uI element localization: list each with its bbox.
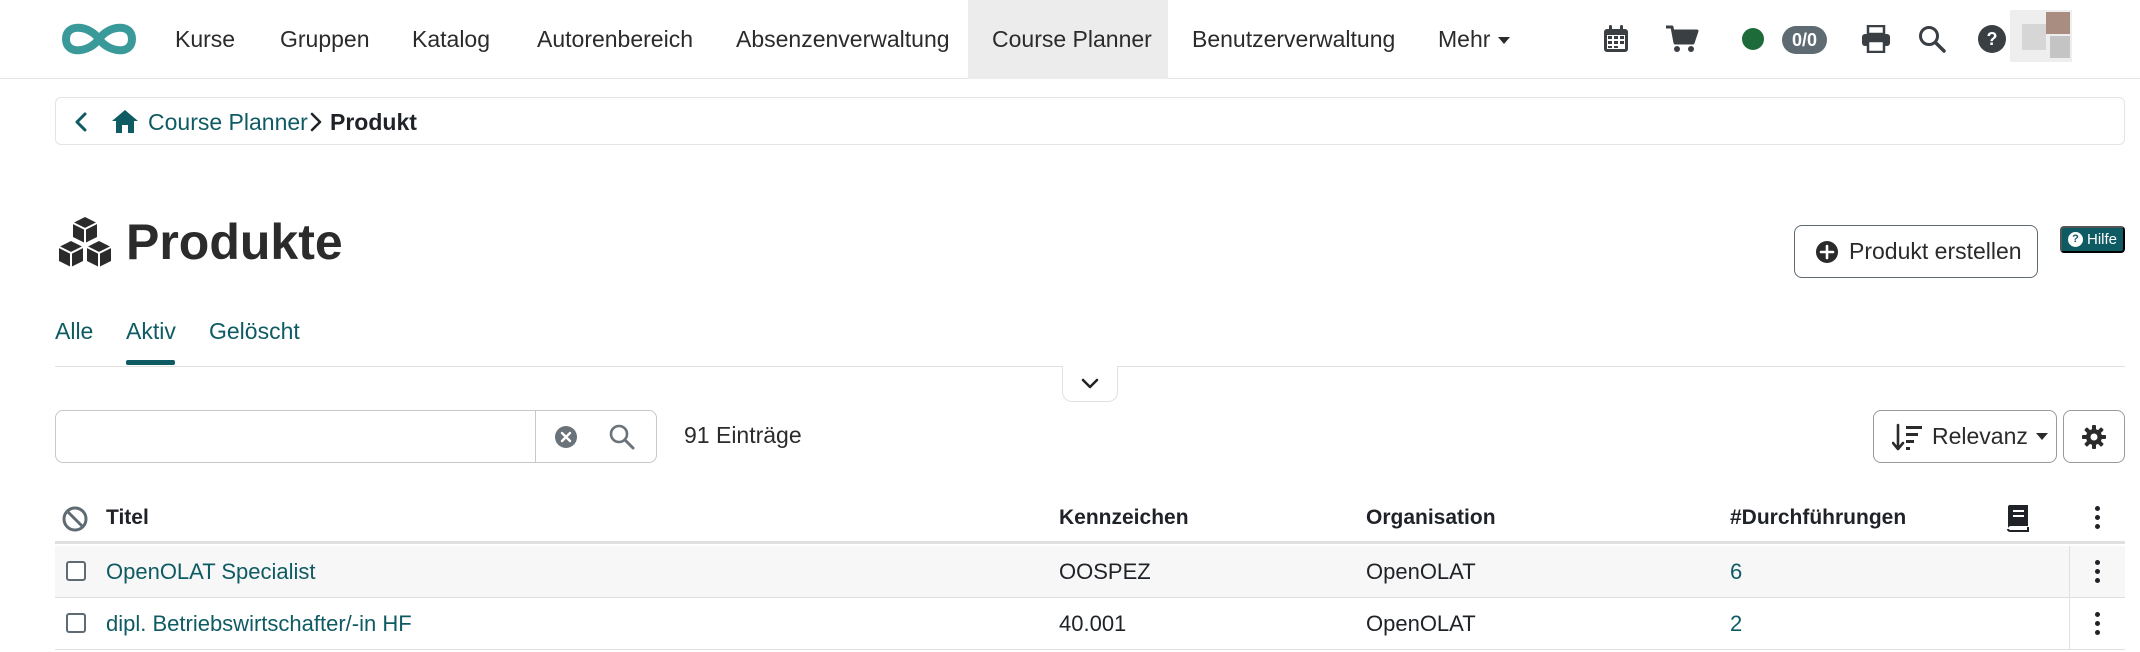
table-header: Titel Kennzeichen Organisation #Durchfüh…	[55, 494, 2125, 544]
row-runs-link[interactable]: 6	[1730, 559, 1742, 585]
table-row[interactable]: OpenOLAT Specialist OOSPEZ OpenOLAT 6	[55, 546, 2125, 598]
chevron-down-icon	[1081, 378, 1099, 388]
top-navbar: Kurse Gruppen Katalog Autorenbereich Abs…	[0, 0, 2140, 79]
nav-item-katalog[interactable]: Katalog	[388, 0, 514, 79]
sort-icon	[1892, 423, 1922, 450]
count-badge[interactable]: 0/0	[1782, 26, 1828, 54]
row-title-link[interactable]: OpenOLAT Specialist	[106, 559, 316, 585]
table-settings-button[interactable]	[2063, 410, 2125, 463]
column-header-title[interactable]: Titel	[106, 506, 149, 530]
caret-down-icon	[1498, 37, 1511, 45]
nav-item-autorenbereich[interactable]: Autorenbereich	[513, 0, 717, 79]
deselect-all-icon[interactable]	[61, 505, 89, 533]
avatar[interactable]	[2010, 10, 2072, 62]
row-checkbox[interactable]	[66, 613, 86, 633]
tab-alle[interactable]: Alle	[55, 318, 93, 345]
filter-toggle-button[interactable]	[1062, 366, 1118, 402]
print-icon[interactable]	[1858, 21, 1894, 57]
nav-item-course-planner[interactable]: Course Planner	[968, 0, 1168, 79]
infinity-logo[interactable]	[56, 17, 142, 61]
help-button[interactable]: ? Hilfe	[2060, 226, 2126, 253]
row-title-link[interactable]: dipl. Betriebswirtschafter/-in HF	[106, 611, 412, 637]
search-box	[55, 410, 657, 463]
home-icon[interactable]	[111, 108, 139, 134]
help-icon[interactable]: ?	[1978, 25, 2006, 53]
search-input[interactable]	[56, 411, 536, 462]
table-row[interactable]: dipl. Betriebswirtschafter/-in HF 40.001…	[55, 598, 2125, 650]
row-code: OOSPEZ	[1059, 559, 1151, 584]
gear-icon	[2082, 424, 2106, 449]
row-runs-link[interactable]: 2	[1730, 611, 1742, 637]
nav-item-mehr[interactable]: Mehr	[1414, 0, 1534, 79]
kebab-icon	[2094, 506, 2100, 529]
clear-search-icon[interactable]	[554, 425, 578, 449]
row-organisation: OpenOLAT	[1366, 611, 1476, 636]
nav-item-gruppen[interactable]: Gruppen	[256, 0, 394, 79]
sort-label: Relevanz	[1932, 423, 2028, 449]
tab-aktiv[interactable]: Aktiv	[126, 318, 176, 345]
row-checkbox[interactable]	[66, 561, 86, 581]
nav-mehr-label: Mehr	[1438, 26, 1491, 52]
column-menu-button[interactable]	[2069, 494, 2125, 541]
breadcrumb: Course Planner Produkt	[55, 97, 2125, 145]
question-icon: ?	[2068, 232, 2083, 247]
search-icon[interactable]	[1914, 21, 1950, 57]
breadcrumb-current: Produkt	[330, 109, 417, 135]
help-button-label: Hilfe	[2087, 231, 2118, 248]
nav-item-benutzerverwaltung[interactable]: Benutzerverwaltung	[1168, 0, 1419, 79]
search-submit-icon[interactable]	[608, 423, 636, 451]
row-organisation: OpenOLAT	[1366, 559, 1476, 584]
sort-button[interactable]: Relevanz	[1873, 410, 2057, 463]
nav-item-absenzenverwaltung[interactable]: Absenzenverwaltung	[712, 0, 974, 79]
caret-down-icon	[2035, 433, 2048, 440]
page-title: Produkte	[126, 214, 343, 270]
row-code: 40.001	[1059, 611, 1127, 636]
tab-geloescht[interactable]: Gelöscht	[209, 318, 300, 345]
cart-icon[interactable]	[1664, 21, 1700, 57]
create-product-button[interactable]: Produkt erstellen	[1794, 225, 2038, 278]
column-header-runs[interactable]: #Durchführungen	[1730, 506, 1906, 530]
plus-circle-icon	[1816, 240, 1838, 263]
kebab-icon	[2095, 612, 2100, 635]
book-icon[interactable]	[2005, 504, 2031, 532]
entries-count: 91 Einträge	[684, 422, 802, 448]
column-header-code[interactable]: Kennzeichen	[1059, 506, 1189, 530]
active-tab-indicator	[126, 360, 175, 365]
create-product-label: Produkt erstellen	[1849, 238, 2022, 264]
kebab-icon	[2095, 560, 2100, 583]
breadcrumb-link-course-planner[interactable]: Course Planner	[148, 109, 308, 136]
back-arrow-icon[interactable]	[70, 110, 94, 134]
calendar-icon[interactable]	[1598, 21, 1634, 57]
cubes-icon	[58, 217, 112, 267]
chevron-right-icon	[310, 112, 322, 132]
row-actions-button[interactable]	[2069, 598, 2125, 649]
nav-item-kurse[interactable]: Kurse	[151, 0, 259, 79]
column-header-organisation[interactable]: Organisation	[1366, 506, 1496, 530]
status-dot-icon[interactable]	[1742, 28, 1764, 50]
row-actions-button[interactable]	[2069, 546, 2125, 597]
